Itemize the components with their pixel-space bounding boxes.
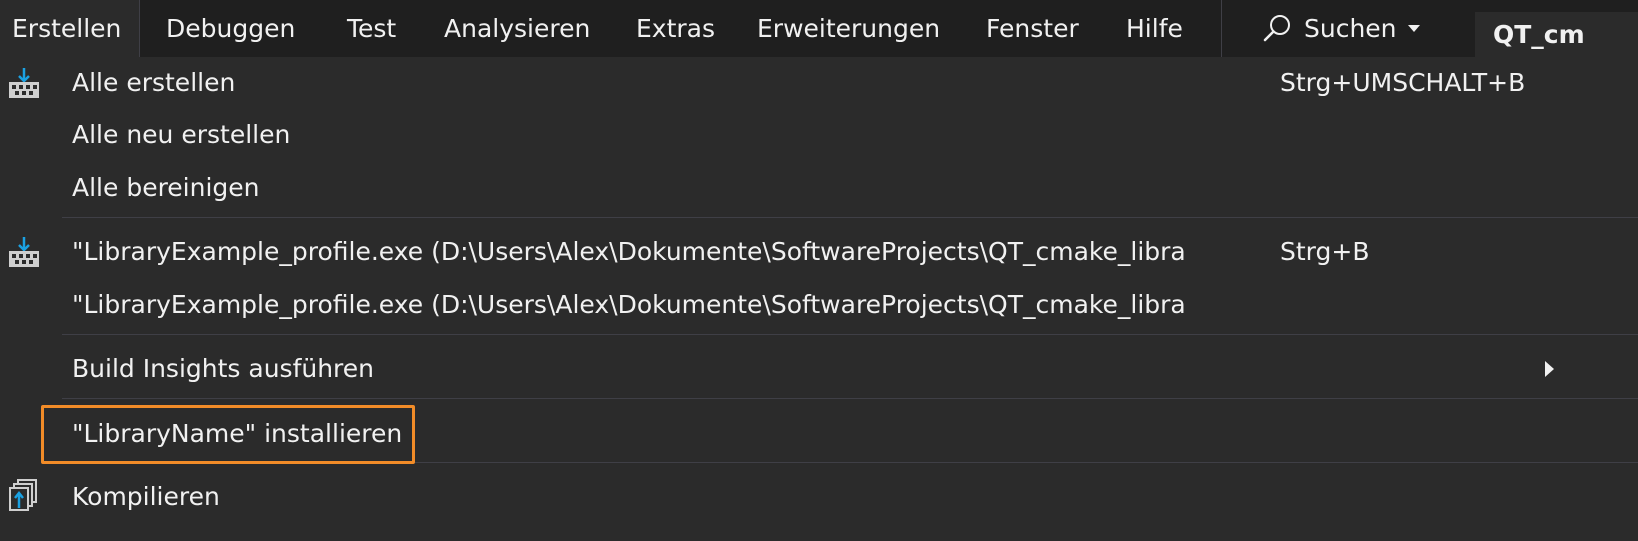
menu-hilfe[interactable]: Hilfe	[1126, 0, 1183, 57]
menu-erstellen[interactable]: Erstellen	[0, 0, 140, 57]
search-icon	[1263, 15, 1290, 42]
menu-item-label: Build Insights ausführen	[72, 354, 375, 383]
menu-item-kompilieren[interactable]: Kompilieren	[0, 472, 1638, 522]
menu-analysieren[interactable]: Analysieren	[444, 0, 590, 57]
menu-item-label: Alle bereinigen	[72, 173, 260, 202]
build-project-icon	[9, 237, 39, 267]
menu-item-rebuild-project[interactable]: "LibraryExample_profile.exe (D:\Users\Al…	[0, 280, 1638, 330]
menu-item-alle-neu-erstellen[interactable]: Alle neu erstellen	[0, 110, 1638, 160]
chevron-down-icon[interactable]	[1408, 25, 1420, 32]
menu-item-label: "LibraryExample_profile.exe (D:\Users\Al…	[72, 290, 1186, 319]
highlight-annotation	[41, 405, 415, 464]
menu-divider	[62, 217, 1638, 218]
menu-test[interactable]: Test	[347, 0, 396, 57]
compile-icon	[9, 479, 37, 511]
menu-debuggen[interactable]: Debuggen	[166, 0, 295, 57]
menu-item-label: Alle neu erstellen	[72, 120, 291, 149]
menu-item-alle-bereinigen[interactable]: Alle bereinigen	[0, 163, 1638, 213]
chevron-right-icon	[1545, 361, 1554, 377]
menu-item-build-project[interactable]: "LibraryExample_profile.exe (D:\Users\Al…	[0, 227, 1638, 277]
search-box[interactable]: Suchen	[1262, 0, 1492, 57]
menu-item-label: Kompilieren	[72, 482, 220, 511]
menu-item-label: "LibraryExample_profile.exe (D:\Users\Al…	[72, 237, 1186, 266]
menu-bar: Erstellen Debuggen Test Analysieren Extr…	[0, 0, 1638, 57]
menu-fenster[interactable]: Fenster	[986, 0, 1079, 57]
menu-item-shortcut: Strg+B	[1280, 237, 1370, 266]
menu-item-shortcut: Strg+UMSCHALT+B	[1280, 68, 1526, 97]
menu-erweiterungen[interactable]: Erweiterungen	[757, 0, 940, 57]
build-menu-dropdown: Alle erstellen Strg+UMSCHALT+B Alle neu …	[0, 57, 1638, 541]
solution-name-tab[interactable]: QT_cm	[1475, 12, 1638, 57]
menu-item-build-insights[interactable]: Build Insights ausführen	[0, 344, 1638, 394]
menu-extras[interactable]: Extras	[636, 0, 715, 57]
menu-item-label: Alle erstellen	[72, 68, 236, 97]
menubar-separator	[1221, 0, 1222, 57]
menu-divider	[62, 398, 1638, 399]
build-solution-icon	[9, 68, 39, 98]
menu-item-alle-erstellen[interactable]: Alle erstellen Strg+UMSCHALT+B	[0, 58, 1638, 108]
search-label: Suchen	[1304, 14, 1397, 43]
menu-divider	[62, 334, 1638, 335]
